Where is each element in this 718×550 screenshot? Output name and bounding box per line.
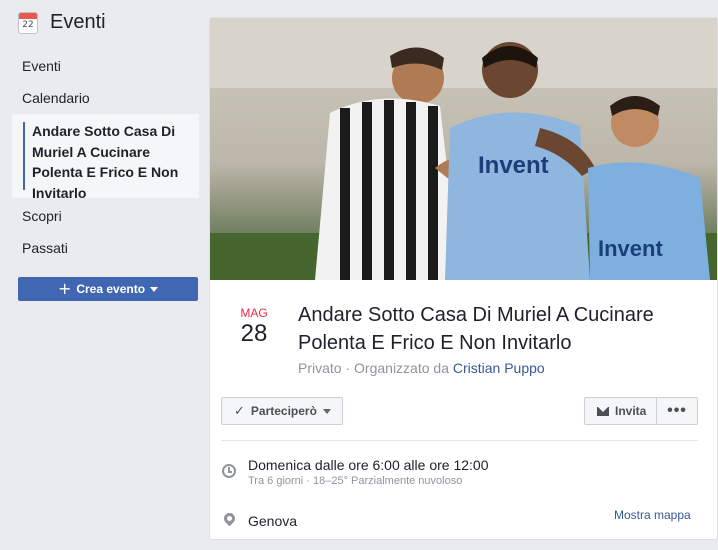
plus-icon: + — [57, 279, 72, 298]
event-location[interactable]: Genova — [248, 513, 297, 529]
event-meta: Privato · Organizzato da Cristian Puppo — [298, 360, 545, 376]
sidebar-item-eventi[interactable]: Eventi — [22, 58, 61, 74]
sidebar: 22 Eventi Eventi Calendario Andare Sotto… — [0, 0, 210, 550]
event-month: MAG — [240, 306, 268, 320]
event-card: Invent Invent MAG 28 Andare Sotto Casa D… — [209, 17, 718, 540]
envelope-icon — [597, 406, 609, 416]
event-time-detail: Tra 6 giorni · 18–25° Parzialmente nuvol… — [248, 475, 463, 487]
sidebar-item-passati[interactable]: Passati — [22, 240, 68, 256]
chevron-down-icon — [150, 286, 159, 292]
sidebar-header: 22 Eventi — [18, 11, 106, 34]
svg-text:Invent: Invent — [478, 152, 549, 179]
location-pin-icon — [221, 510, 238, 527]
organizer-link[interactable]: Cristian Puppo — [453, 360, 545, 376]
football-players-photo: Invent Invent — [210, 18, 717, 280]
sidebar-item-scopri[interactable]: Scopri — [22, 208, 62, 224]
event-title: Andare Sotto Casa Di Muriel A Cucinare P… — [298, 304, 654, 354]
organized-by-label: Organizzato da — [354, 360, 449, 376]
check-icon: ✓ — [234, 403, 245, 419]
sidebar-item-current-event[interactable]: Andare Sotto Casa Di Muriel A Cucinare P… — [12, 114, 199, 201]
sidebar-title[interactable]: Eventi — [50, 11, 106, 34]
more-options-button[interactable]: ••• — [656, 397, 698, 425]
chevron-down-icon — [322, 408, 331, 414]
event-date: MAG 28 — [238, 306, 270, 348]
event-time: Domenica dalle ore 6:00 alle ore 12:00 — [248, 457, 489, 473]
event-cover-photo[interactable]: Invent Invent — [210, 18, 717, 280]
svg-text:Invent: Invent — [598, 236, 663, 261]
sidebar-item-label: Andare Sotto Casa Di Muriel A Cucinare P… — [32, 123, 179, 201]
invite-label: Invita — [615, 404, 647, 418]
show-map-link[interactable]: Mostra mappa — [614, 508, 691, 522]
going-button[interactable]: ✓ Parteciperò — [221, 397, 343, 425]
clock-icon — [222, 464, 236, 478]
event-privacy: Privato — [298, 360, 342, 376]
event-day: 28 — [240, 320, 268, 347]
more-icon: ••• — [667, 402, 687, 419]
invite-button[interactable]: Invita — [584, 397, 658, 425]
create-event-label: Crea evento — [76, 282, 146, 296]
divider — [221, 440, 698, 441]
create-event-button[interactable]: + Crea evento — [18, 277, 198, 301]
active-indicator — [23, 122, 25, 190]
calendar-icon: 22 — [18, 11, 38, 34]
going-label: Parteciperò — [250, 404, 317, 418]
sidebar-item-calendario[interactable]: Calendario — [22, 90, 90, 106]
